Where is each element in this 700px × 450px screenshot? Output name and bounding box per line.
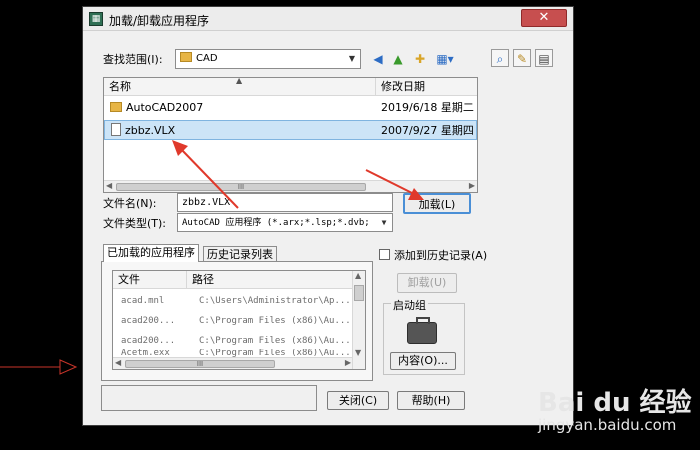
watermark-brand: Bai du 经验 [538,388,692,418]
startup-group-label: 启动组 [391,297,428,313]
tab-loaded-apps[interactable]: 已加载的应用程序 [103,244,199,262]
annotation-arrow-file [172,140,239,209]
annotation-arrow-left [0,359,78,375]
annotation-arrow-load [365,169,424,200]
watermark-url: jingyan.baidu.com [538,416,677,434]
